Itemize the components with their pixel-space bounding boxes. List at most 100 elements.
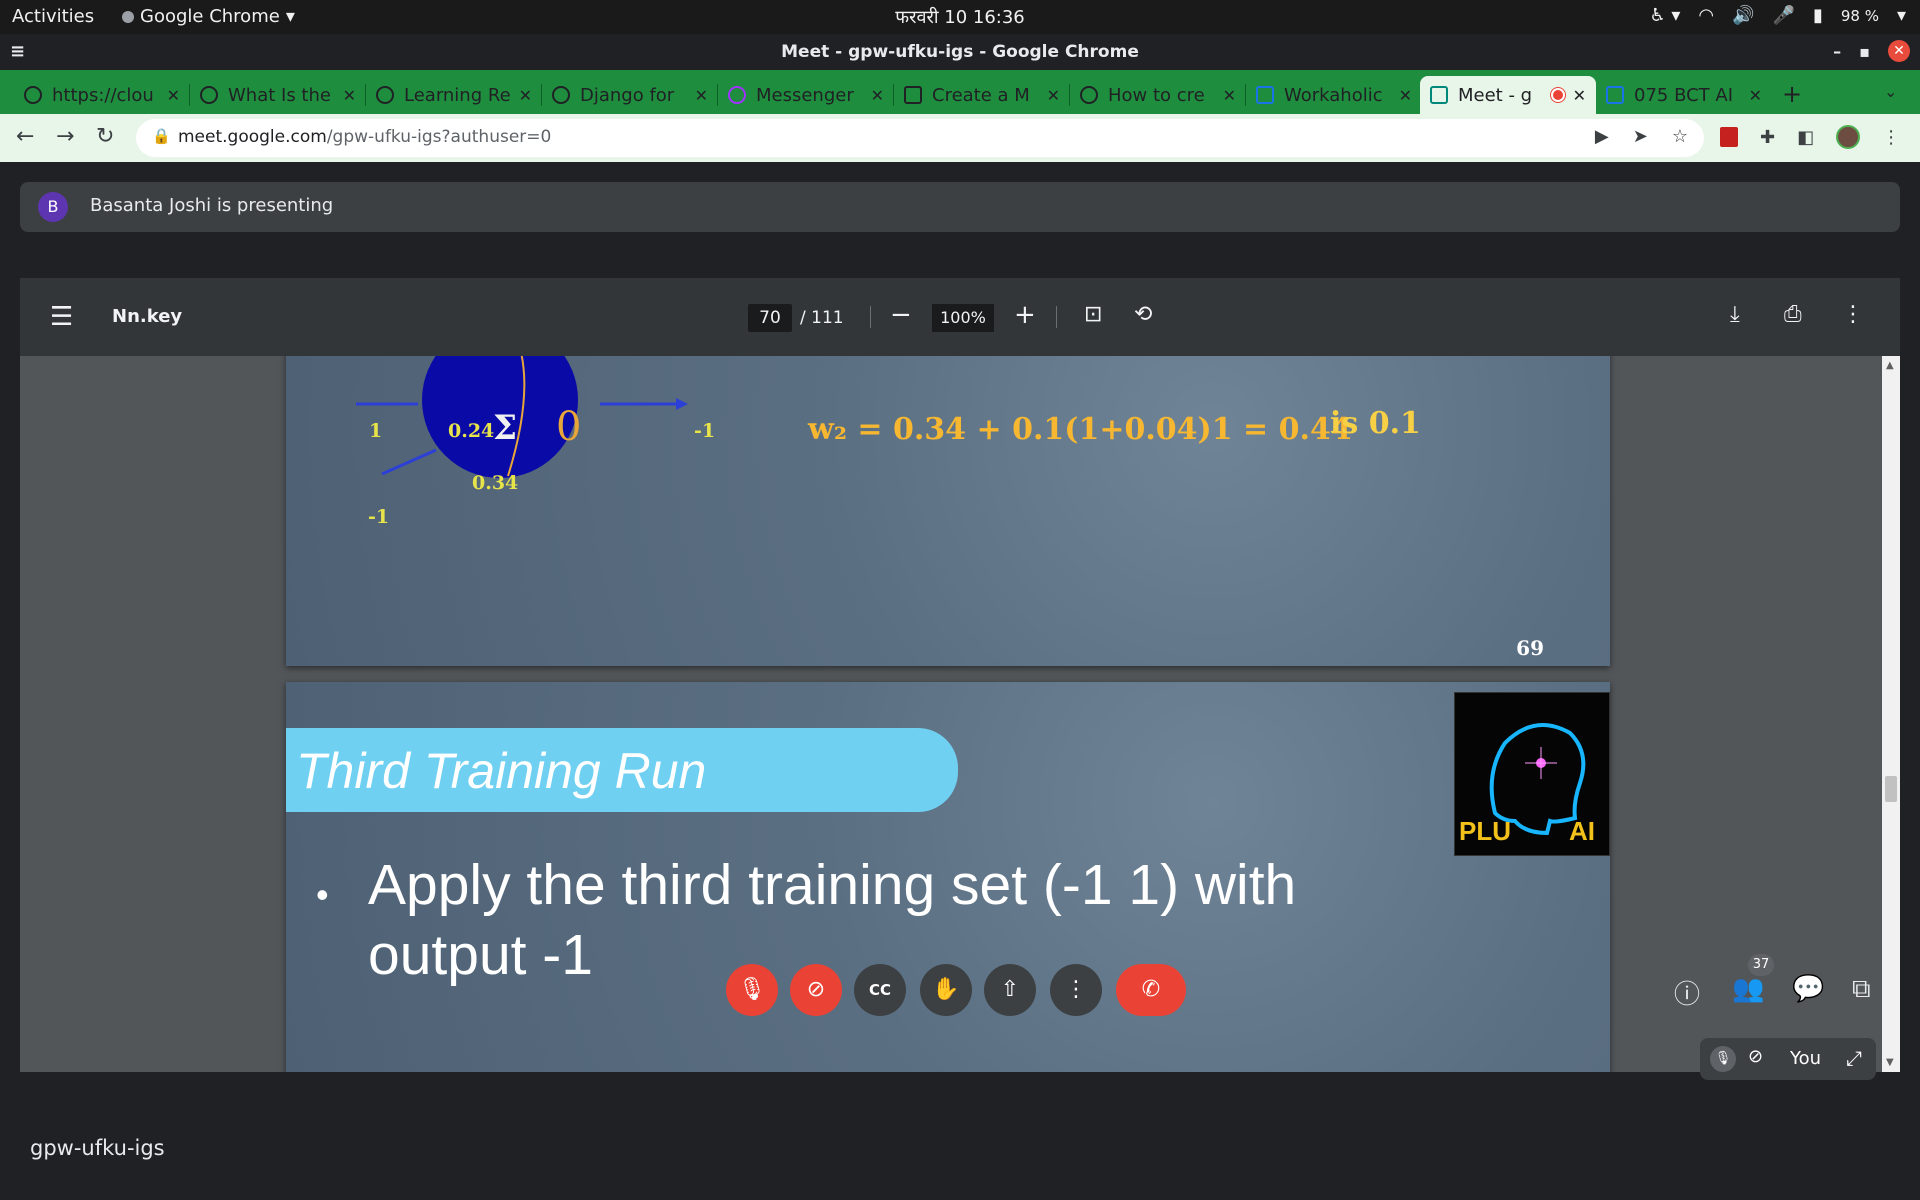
meeting-info-icon[interactable]: ⓘ [1674, 974, 1700, 1011]
side-panel-icon[interactable]: ◧ [1797, 127, 1814, 148]
camera-off-icon: ⊘ [1748, 1046, 1764, 1067]
address-bar[interactable]: 🔒 meet.google.com/gpw-ufku-igs?authuser=… [136, 119, 1704, 157]
scroll-down-arrow[interactable]: ▼ [1886, 1057, 1894, 1068]
camera-in-use-icon[interactable]: ▶ [1595, 126, 1609, 147]
chat-icon[interactable]: 💬 [1792, 974, 1824, 1004]
tab-search-icon[interactable]: ⌄ [1884, 82, 1897, 101]
more-options-icon[interactable]: ⋮ [1842, 302, 1864, 327]
close-tab-icon[interactable]: ✕ [1223, 86, 1236, 105]
tab-label: How to cre [1108, 84, 1205, 106]
maximize-button[interactable]: ▪ [1859, 42, 1870, 61]
system-tray[interactable]: ♿ ▾ ◠ 🔊 🎤 ▮ 98 % ▾ [1649, 5, 1906, 26]
weight-1-label: 0.24 [448, 420, 495, 442]
send-icon[interactable]: ➤ [1633, 126, 1648, 147]
bookmark-star-icon[interactable]: ☆ [1672, 126, 1688, 147]
input-2-label: -1 [368, 506, 390, 528]
tab-6[interactable]: Create a M ✕ [894, 76, 1070, 114]
page-total: / 111 [800, 308, 844, 328]
mute-microphone-button[interactable]: 🎙 [726, 964, 778, 1016]
present-screen-button[interactable]: ⇧ [984, 964, 1036, 1016]
extension-icon[interactable] [1720, 127, 1738, 147]
minimize-button[interactable]: – [1833, 42, 1841, 61]
expand-icon[interactable]: ⤢ [1846, 1046, 1862, 1070]
weight-update-equation: w₂ = 0.34 + 0.1(1+0.04)1 = 0.44 [808, 412, 1352, 447]
tab-5[interactable]: Messenger ✕ [718, 76, 894, 114]
pdf-viewer: ☰ Nn.key 70 / 111 − 100% + ⊡ ⟲ ⤓ ⎙ ⋮ 1 0… [20, 278, 1900, 1072]
tab-label: What Is the [228, 84, 331, 106]
tab-7[interactable]: How to cre ✕ [1070, 76, 1246, 114]
close-window-button[interactable]: ✕ [1888, 40, 1910, 62]
download-icon[interactable]: ⤓ [1730, 302, 1740, 327]
tab-strip: https://clou ✕ What Is the ✕ Learning Re… [0, 70, 1920, 114]
globe-icon [1080, 86, 1098, 104]
fit-to-page-icon[interactable]: ⊡ [1084, 302, 1102, 327]
people-icon[interactable]: 👥 [1732, 974, 1764, 1004]
zoom-in-button[interactable]: + [1014, 300, 1036, 330]
more-options-button[interactable]: ⋮ [1050, 964, 1102, 1016]
globe-icon [376, 86, 394, 104]
zoom-out-button[interactable]: − [890, 300, 912, 330]
battery-level: 98 % [1840, 6, 1879, 25]
chevron-down-icon: ▾ [1896, 5, 1906, 26]
close-tab-icon[interactable]: ✕ [871, 86, 884, 105]
close-tab-icon[interactable]: ✕ [1749, 86, 1762, 105]
close-tab-icon[interactable]: ✕ [343, 86, 356, 105]
output-label: -1 [694, 420, 716, 442]
tab-label: Learning Re [404, 84, 511, 106]
chrome-menu-icon[interactable]: ⋮ [1882, 127, 1900, 148]
tab-9-meet[interactable]: Meet - g ✕ [1420, 76, 1596, 114]
input-1-label: 1 [369, 420, 383, 442]
scroll-up-arrow[interactable]: ▲ [1886, 360, 1894, 371]
microphone-icon: 🎤 [1772, 5, 1795, 26]
bulb-icon [904, 86, 922, 104]
tab-8[interactable]: Workaholic ✕ [1246, 76, 1422, 114]
tab-3[interactable]: Learning Re ✕ [366, 76, 542, 114]
new-tab-button[interactable]: + [1782, 80, 1802, 108]
activities-icon[interactable]: ⧉ [1852, 974, 1871, 1005]
captions-button[interactable]: CC [854, 964, 906, 1016]
url-text[interactable]: meet.google.com/gpw-ufku-igs?authuser=0 [178, 127, 551, 147]
menu-icon[interactable]: ☰ [50, 302, 73, 332]
tab-1[interactable]: https://clou ✕ [14, 76, 190, 114]
zero-symbol: 0 [556, 404, 582, 450]
tab-2[interactable]: What Is the ✕ [190, 76, 366, 114]
slide-title-banner: Third Training Run [286, 728, 958, 812]
self-view-tile[interactable]: 🎙 ⊘ You ⤢ [1700, 1038, 1876, 1080]
page-number-input[interactable]: 70 [748, 304, 792, 332]
profile-avatar[interactable] [1836, 125, 1861, 149]
globe-icon [24, 86, 42, 104]
browser-toolbar: ← → ↻ 🔒 meet.google.com/gpw-ufku-igs?aut… [0, 114, 1920, 162]
back-button[interactable]: ← [16, 124, 34, 149]
scroll-thumb[interactable] [1885, 776, 1897, 802]
logo-text-plu: PLU [1459, 816, 1511, 846]
pdf-document-area[interactable]: 1 0.24 Σ 0 0.34 -1 -1 w₂ = 0.34 + 0.1(1+… [20, 356, 1900, 1072]
print-icon[interactable]: ⎙ [1784, 302, 1802, 327]
zoom-level[interactable]: 100% [932, 304, 994, 332]
close-tab-icon[interactable]: ✕ [519, 86, 532, 105]
forward-button[interactable]: → [56, 124, 74, 149]
meet-icon [1430, 86, 1448, 104]
close-tab-icon[interactable]: ✕ [1399, 86, 1412, 105]
tab-4[interactable]: Django for ✕ [542, 76, 718, 114]
extensions-puzzle-icon[interactable]: ✚ [1760, 127, 1775, 148]
accessibility-icon[interactable]: ♿ ▾ [1649, 5, 1680, 26]
tab-10[interactable]: 075 BCT AI ✕ [1596, 76, 1772, 114]
leave-call-button[interactable]: ✆ [1116, 964, 1186, 1016]
mic-muted-icon: 🎙 [1710, 1046, 1736, 1072]
clock[interactable]: फरवरी 10 16:36 [0, 5, 1920, 29]
rotate-icon[interactable]: ⟲ [1134, 302, 1152, 327]
battery-icon: ▮ [1812, 5, 1823, 26]
raise-hand-button[interactable]: ✋ [920, 964, 972, 1016]
url-path: /gpw-ufku-igs?authuser=0 [326, 127, 552, 147]
close-tab-icon[interactable]: ✕ [695, 86, 708, 105]
turn-camera-button[interactable]: ⊘ [790, 964, 842, 1016]
reload-button[interactable]: ↻ [96, 124, 114, 149]
logo-text-ai: AI [1569, 816, 1595, 846]
lock-icon[interactable]: 🔒 [152, 127, 171, 145]
close-tab-icon[interactable]: ✕ [1573, 86, 1586, 105]
tab-label: Meet - g [1458, 84, 1533, 106]
close-tab-icon[interactable]: ✕ [167, 86, 180, 105]
close-tab-icon[interactable]: ✕ [1047, 86, 1060, 105]
pdf-scrollbar[interactable]: ▲ ▼ [1882, 356, 1900, 1072]
meet-stage: B Basanta Joshi is presenting ☰ Nn.key 7… [0, 162, 1920, 1200]
